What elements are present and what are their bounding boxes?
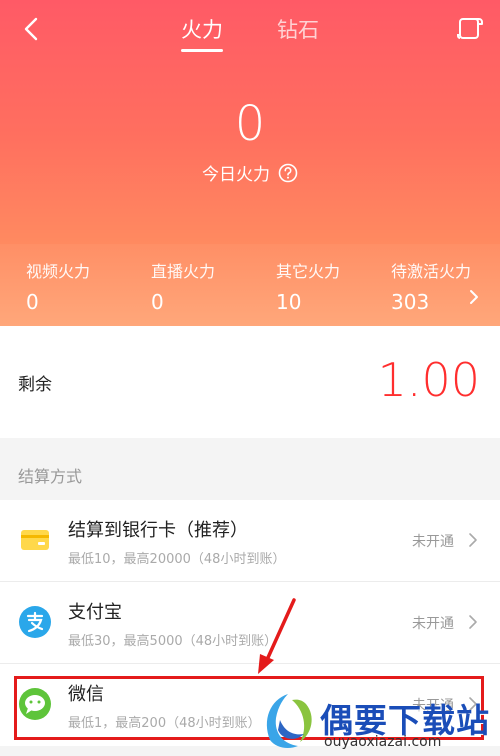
stat-label: 待激活火力 bbox=[391, 262, 472, 281]
tab-huoli[interactable]: 火力 bbox=[179, 10, 225, 52]
method-title: 结算到银行卡（推荐） bbox=[68, 520, 248, 541]
balance-value: 1.00 bbox=[377, 353, 480, 407]
rules-button[interactable] bbox=[454, 14, 486, 44]
chevron-right-icon bbox=[469, 533, 477, 547]
today-firepower-row: 今日火力 bbox=[0, 160, 500, 185]
scroll-document-icon bbox=[457, 18, 483, 39]
stat-label: 其它火力 bbox=[276, 262, 341, 281]
method-subtitle: 最低30，最高5000（48小时到账） bbox=[68, 634, 278, 649]
annotation-arrow-icon bbox=[258, 598, 296, 674]
stat-value: 0 bbox=[26, 290, 39, 314]
balance-label: 剩余 bbox=[18, 375, 52, 395]
hero-header: 火力 钻石 0 今日火力 bbox=[0, 0, 500, 244]
stat-other: 其它火力 10 bbox=[276, 258, 340, 314]
today-firepower-value: 0 bbox=[234, 96, 266, 152]
tab-bar: 火力 钻石 bbox=[0, 10, 500, 52]
settlement-section-title: 结算方式 bbox=[18, 467, 83, 486]
firepower-stats[interactable]: 视频火力 0 直播火力 0 其它火力 10 待激活火力 303 bbox=[0, 244, 500, 326]
stat-value: 0 bbox=[151, 290, 164, 314]
watermark-logo-icon bbox=[266, 694, 312, 748]
watermark-url: ouyaoxiazai.com bbox=[324, 734, 442, 750]
bank-card-icon bbox=[21, 530, 49, 550]
balance-card: 剩余 1.00 bbox=[0, 326, 500, 438]
method-status: 未开通 bbox=[412, 616, 454, 632]
method-bank-card[interactable]: 结算到银行卡（推荐） 最低10，最高20000（48小时到账） 未开通 bbox=[0, 500, 500, 582]
stat-label: 直播火力 bbox=[151, 262, 216, 281]
method-status: 未开通 bbox=[412, 534, 454, 550]
tab-zuanshi[interactable]: 钻石 bbox=[275, 10, 321, 50]
stat-pending: 待激活火力 303 bbox=[391, 258, 471, 314]
stat-video: 视频火力 0 bbox=[26, 258, 90, 314]
method-title: 支付宝 bbox=[68, 602, 122, 623]
stat-value: 303 bbox=[391, 290, 430, 314]
site-watermark: 偶要下载站 ouyaoxiazai.com bbox=[258, 690, 500, 756]
stat-live: 直播火力 0 bbox=[151, 258, 215, 314]
chevron-right-icon bbox=[469, 615, 477, 629]
method-subtitle: 最低10，最高20000（48小时到账） bbox=[68, 552, 286, 567]
today-firepower-label: 今日火力 bbox=[202, 165, 270, 185]
stat-label: 视频火力 bbox=[26, 262, 91, 281]
chevron-right-icon bbox=[470, 290, 478, 304]
alipay-icon bbox=[19, 606, 51, 638]
help-icon[interactable] bbox=[278, 163, 298, 183]
stat-value: 10 bbox=[276, 290, 302, 314]
